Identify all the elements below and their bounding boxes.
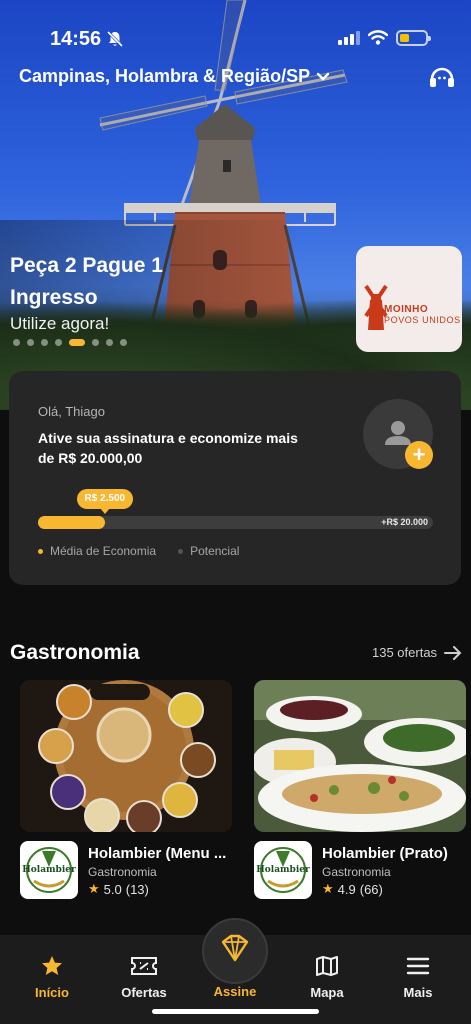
carousel-dot[interactable] — [69, 339, 85, 346]
savings-card[interactable]: Olá, Thiago Ative sua assinatura e econo… — [9, 371, 461, 585]
support-headset-icon[interactable] — [427, 62, 457, 92]
current-savings-bubble: R$ 2.500 — [76, 489, 134, 514]
offer-card[interactable]: Holambier Holambier (Menu ... Gastronomi… — [20, 680, 232, 899]
carousel-dot[interactable] — [106, 339, 113, 346]
partner-logo-card[interactable]: MOINHO POVOS UNIDOS — [356, 246, 462, 352]
offer-photo-dish — [254, 680, 466, 832]
legend-average: Média de Economia — [38, 544, 156, 558]
star-icon: ★ — [322, 881, 334, 896]
offer-photo-beer — [20, 680, 232, 832]
greeting: Olá, Thiago — [38, 404, 105, 419]
diamond-icon — [221, 934, 249, 962]
savings-progress-fill — [38, 516, 105, 529]
battery-icon — [396, 30, 431, 46]
tab-more[interactable]: Mais — [378, 953, 458, 1000]
tab-subscribe-label[interactable]: Assine — [195, 984, 275, 999]
star-icon — [42, 956, 62, 975]
current-savings-label: R$ 2.500 — [84, 493, 126, 504]
offer-category: Gastronomia — [88, 865, 157, 879]
savings-pitch: Ative sua assinatura e economize mais de… — [38, 430, 298, 466]
offer-rating: ★ 4.9 (66) — [322, 881, 383, 897]
see-all-offers-link[interactable]: 135 ofertas — [372, 645, 462, 660]
banner-title: Peça 2 Pague 1 Ingresso — [10, 254, 163, 309]
cellular-signal-icon — [338, 31, 360, 45]
carousel-dots[interactable] — [13, 339, 127, 346]
add-photo-icon[interactable]: + — [405, 441, 433, 469]
tab-map[interactable]: Mapa — [287, 953, 367, 1000]
offer-name: Holambier (Menu ... — [88, 845, 227, 862]
section-title: Gastronomia — [10, 641, 140, 664]
carousel-dot[interactable] — [41, 339, 48, 346]
partner-logo-text-2: POVOS UNIDOS — [384, 315, 461, 325]
carousel-dot[interactable] — [27, 339, 34, 346]
location-selector[interactable]: Campinas, Holambra & Região/SP — [19, 66, 330, 87]
offer-rating: ★ 5.0 (13) — [88, 881, 149, 897]
tab-subscribe[interactable] — [202, 918, 268, 984]
map-icon — [316, 956, 338, 976]
offer-logo-text: Holambier — [256, 865, 310, 875]
offer-card[interactable]: Holambier Holambier (Prato) Gastronomia … — [254, 680, 466, 899]
avatar[interactable]: + — [363, 399, 433, 469]
offer-name: Holambier (Prato) — [322, 845, 448, 862]
offer-logo: Holambier — [20, 841, 78, 899]
arrow-right-icon — [444, 645, 462, 660]
offer-logo-text: Holambier — [22, 865, 76, 875]
partner-logo-text-1: MOINHO — [384, 304, 429, 315]
carousel-dot[interactable] — [55, 339, 62, 346]
carousel-dot[interactable] — [13, 339, 20, 346]
location-label: Campinas, Holambra & Região/SP — [19, 66, 311, 86]
savings-progress-bar: +R$ 20.000 — [38, 516, 433, 529]
wifi-icon — [368, 30, 388, 45]
menu-icon — [406, 957, 430, 975]
home-indicator — [152, 1009, 319, 1014]
chevron-down-icon — [316, 72, 330, 81]
star-icon: ★ — [88, 881, 100, 896]
bell-muted-icon — [106, 30, 124, 48]
carousel-dot[interactable] — [92, 339, 99, 346]
offer-category: Gastronomia — [322, 865, 391, 879]
ticket-icon — [131, 957, 157, 975]
legend-potential: Potencial — [178, 544, 239, 558]
status-time: 14:56 — [50, 28, 102, 50]
status-bar: 14:56 — [0, 24, 471, 54]
tab-home[interactable]: Início — [12, 953, 92, 1000]
offer-logo: Holambier — [254, 841, 312, 899]
banner-subtitle: Utilize agora! — [10, 314, 110, 333]
tab-offers[interactable]: Ofertas — [104, 953, 184, 1000]
potential-savings-label: +R$ 20.000 — [381, 517, 428, 527]
offers-count: 135 ofertas — [372, 645, 438, 660]
carousel-dot[interactable] — [120, 339, 127, 346]
savings-legend: Média de Economia Potencial — [38, 544, 239, 558]
